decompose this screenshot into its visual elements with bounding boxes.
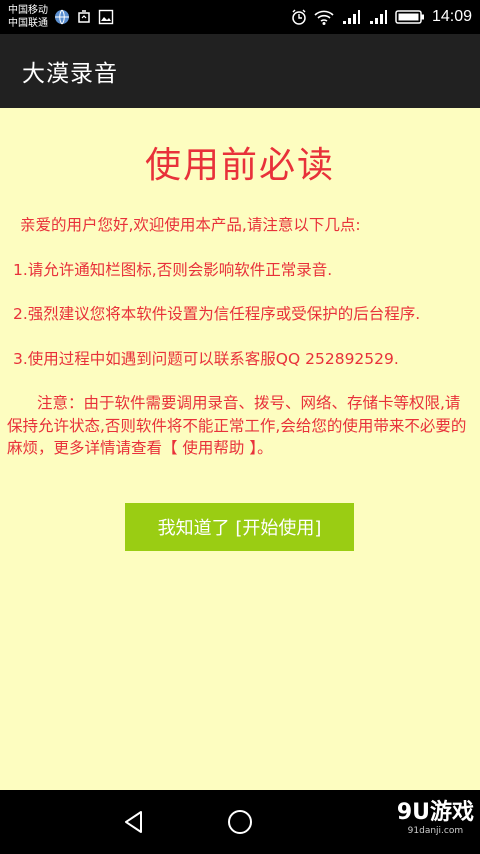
globe-icon [54,9,70,25]
image-icon [98,9,114,25]
notice-point-3: 3.使用过程中如遇到问题可以联系客服QQ 252892529. [13,349,399,368]
wifi-icon [314,9,334,25]
recycle-icon [76,9,92,25]
notice-panel: 使用前必读 亲爱的用户您好,欢迎使用本产品,请注意以下几点: 1.请允许通知栏图… [0,108,480,790]
watermark-logo: 9U游戏 91danji.com [397,800,474,837]
status-right: 14:09 [291,8,472,26]
home-icon[interactable] [226,808,254,836]
status-left: 中国移动 中国联通 [8,4,114,30]
app-bar: 大漠录音 [0,34,480,108]
signal-icon [341,9,361,25]
carrier-1: 中国移动 [8,5,48,16]
carrier-names: 中国移动 中国联通 [8,4,48,30]
carrier-2: 中国联通 [8,18,48,29]
back-icon[interactable] [120,808,148,836]
notice-warning: 注意：由于软件需要调用录音、拨号、网络、存储卡等权限,请保持允许状态,否则软件将… [7,394,467,457]
clock-time: 14:09 [431,8,472,25]
app-title: 大漠录音 [22,61,118,87]
notice-heading: 使用前必读 [144,145,335,186]
battery-icon [395,9,425,25]
notice-point-2: 2.强烈建议您将本软件设置为信任程序或受保护的后台程序. [13,305,421,323]
signal-icon [368,9,388,25]
watermark-text: 9U游戏 [396,800,474,825]
watermark-url: 91danji.com [407,826,464,836]
notice-body: 亲爱的用户您好,欢迎使用本产品,请注意以下几点: 1.请允许通知栏图标,否则会影… [7,214,473,482]
notice-greeting: 亲爱的用户您好,欢迎使用本产品,请注意以下几点: [20,216,361,234]
alarm-icon [291,9,307,25]
notice-point-1: 1.请允许通知栏图标,否则会影响软件正常录音. [13,260,333,279]
navigation-bar: 9U游戏 91danji.com [0,790,480,854]
status-bar: 中国移动 中国联通 14:09 [0,0,480,34]
start-using-button[interactable]: 我知道了 [开始使用] [125,503,354,551]
